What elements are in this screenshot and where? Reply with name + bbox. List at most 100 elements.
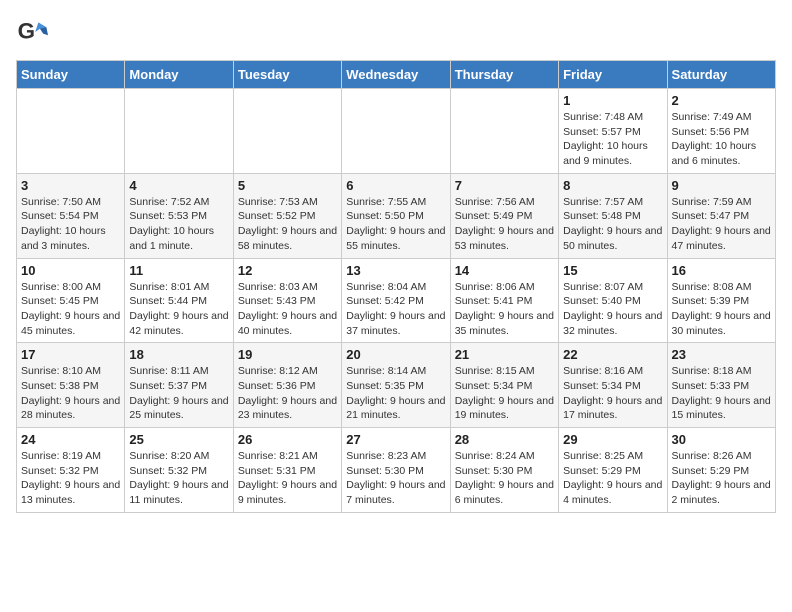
- calendar-header-row: SundayMondayTuesdayWednesdayThursdayFrid…: [17, 61, 776, 89]
- calendar-cell: [450, 89, 558, 174]
- day-number: 13: [346, 263, 445, 278]
- day-info: Sunrise: 8:24 AM Sunset: 5:30 PM Dayligh…: [455, 449, 554, 508]
- calendar-cell: 17 Sunrise: 8:10 AM Sunset: 5:38 PM Dayli…: [17, 343, 125, 428]
- calendar-cell: 3 Sunrise: 7:50 AM Sunset: 5:54 PM Daylig…: [17, 173, 125, 258]
- day-info: Sunrise: 7:50 AM Sunset: 5:54 PM Dayligh…: [21, 195, 120, 254]
- weekday-header-saturday: Saturday: [667, 61, 775, 89]
- page-header: G: [16, 16, 776, 48]
- day-number: 26: [238, 432, 337, 447]
- day-info: Sunrise: 8:21 AM Sunset: 5:31 PM Dayligh…: [238, 449, 337, 508]
- day-info: Sunrise: 8:12 AM Sunset: 5:36 PM Dayligh…: [238, 364, 337, 423]
- calendar-cell: 30 Sunrise: 8:26 AM Sunset: 5:29 PM Dayli…: [667, 428, 775, 513]
- day-number: 9: [672, 178, 771, 193]
- day-info: Sunrise: 7:53 AM Sunset: 5:52 PM Dayligh…: [238, 195, 337, 254]
- day-info: Sunrise: 8:11 AM Sunset: 5:37 PM Dayligh…: [129, 364, 228, 423]
- day-info: Sunrise: 8:08 AM Sunset: 5:39 PM Dayligh…: [672, 280, 771, 339]
- calendar-cell: 8 Sunrise: 7:57 AM Sunset: 5:48 PM Daylig…: [559, 173, 667, 258]
- day-number: 23: [672, 347, 771, 362]
- calendar-cell: 27 Sunrise: 8:23 AM Sunset: 5:30 PM Dayli…: [342, 428, 450, 513]
- day-number: 4: [129, 178, 228, 193]
- svg-text:G: G: [18, 18, 35, 43]
- day-info: Sunrise: 8:23 AM Sunset: 5:30 PM Dayligh…: [346, 449, 445, 508]
- day-info: Sunrise: 8:20 AM Sunset: 5:32 PM Dayligh…: [129, 449, 228, 508]
- calendar-cell: 9 Sunrise: 7:59 AM Sunset: 5:47 PM Daylig…: [667, 173, 775, 258]
- calendar-cell: 23 Sunrise: 8:18 AM Sunset: 5:33 PM Dayli…: [667, 343, 775, 428]
- day-info: Sunrise: 8:04 AM Sunset: 5:42 PM Dayligh…: [346, 280, 445, 339]
- day-number: 10: [21, 263, 120, 278]
- day-number: 17: [21, 347, 120, 362]
- weekday-header-monday: Monday: [125, 61, 233, 89]
- logo: G: [16, 16, 50, 48]
- day-info: Sunrise: 8:01 AM Sunset: 5:44 PM Dayligh…: [129, 280, 228, 339]
- day-number: 21: [455, 347, 554, 362]
- day-info: Sunrise: 7:55 AM Sunset: 5:50 PM Dayligh…: [346, 195, 445, 254]
- day-info: Sunrise: 7:59 AM Sunset: 5:47 PM Dayligh…: [672, 195, 771, 254]
- day-info: Sunrise: 8:00 AM Sunset: 5:45 PM Dayligh…: [21, 280, 120, 339]
- day-number: 16: [672, 263, 771, 278]
- day-info: Sunrise: 7:56 AM Sunset: 5:49 PM Dayligh…: [455, 195, 554, 254]
- day-info: Sunrise: 7:48 AM Sunset: 5:57 PM Dayligh…: [563, 110, 662, 169]
- day-number: 19: [238, 347, 337, 362]
- day-number: 14: [455, 263, 554, 278]
- calendar-cell: 21 Sunrise: 8:15 AM Sunset: 5:34 PM Dayli…: [450, 343, 558, 428]
- day-info: Sunrise: 8:15 AM Sunset: 5:34 PM Dayligh…: [455, 364, 554, 423]
- calendar-cell: 7 Sunrise: 7:56 AM Sunset: 5:49 PM Daylig…: [450, 173, 558, 258]
- calendar-cell: [125, 89, 233, 174]
- calendar-cell: [342, 89, 450, 174]
- calendar-cell: 13 Sunrise: 8:04 AM Sunset: 5:42 PM Dayli…: [342, 258, 450, 343]
- day-number: 28: [455, 432, 554, 447]
- day-info: Sunrise: 7:57 AM Sunset: 5:48 PM Dayligh…: [563, 195, 662, 254]
- day-info: Sunrise: 8:18 AM Sunset: 5:33 PM Dayligh…: [672, 364, 771, 423]
- weekday-header-sunday: Sunday: [17, 61, 125, 89]
- day-info: Sunrise: 8:10 AM Sunset: 5:38 PM Dayligh…: [21, 364, 120, 423]
- day-number: 12: [238, 263, 337, 278]
- calendar-week-1: 1 Sunrise: 7:48 AM Sunset: 5:57 PM Daylig…: [17, 89, 776, 174]
- day-info: Sunrise: 7:49 AM Sunset: 5:56 PM Dayligh…: [672, 110, 771, 169]
- weekday-header-thursday: Thursday: [450, 61, 558, 89]
- calendar-cell: 20 Sunrise: 8:14 AM Sunset: 5:35 PM Dayli…: [342, 343, 450, 428]
- calendar-cell: 24Sunrise: 8:19 AM Sunset: 5:32 PM Dayli…: [17, 428, 125, 513]
- day-number: 3: [21, 178, 120, 193]
- day-number: 24: [21, 432, 120, 447]
- day-number: 5: [238, 178, 337, 193]
- day-number: 29: [563, 432, 662, 447]
- calendar-cell: 10 Sunrise: 8:00 AM Sunset: 5:45 PM Dayli…: [17, 258, 125, 343]
- calendar-cell: [233, 89, 341, 174]
- day-number: 7: [455, 178, 554, 193]
- day-number: 11: [129, 263, 228, 278]
- day-number: 22: [563, 347, 662, 362]
- calendar-cell: 16 Sunrise: 8:08 AM Sunset: 5:39 PM Dayli…: [667, 258, 775, 343]
- calendar-cell: 6 Sunrise: 7:55 AM Sunset: 5:50 PM Daylig…: [342, 173, 450, 258]
- calendar-cell: 29 Sunrise: 8:25 AM Sunset: 5:29 PM Dayli…: [559, 428, 667, 513]
- day-number: 2: [672, 93, 771, 108]
- weekday-header-wednesday: Wednesday: [342, 61, 450, 89]
- calendar-week-2: 3 Sunrise: 7:50 AM Sunset: 5:54 PM Daylig…: [17, 173, 776, 258]
- day-info: Sunrise: 8:03 AM Sunset: 5:43 PM Dayligh…: [238, 280, 337, 339]
- day-info: Sunrise: 8:14 AM Sunset: 5:35 PM Dayligh…: [346, 364, 445, 423]
- day-number: 1: [563, 93, 662, 108]
- calendar-cell: 5 Sunrise: 7:53 AM Sunset: 5:52 PM Daylig…: [233, 173, 341, 258]
- day-info: Sunrise: 8:25 AM Sunset: 5:29 PM Dayligh…: [563, 449, 662, 508]
- calendar-cell: 1 Sunrise: 7:48 AM Sunset: 5:57 PM Daylig…: [559, 89, 667, 174]
- calendar-cell: 11 Sunrise: 8:01 AM Sunset: 5:44 PM Dayli…: [125, 258, 233, 343]
- day-number: 6: [346, 178, 445, 193]
- day-info: Sunrise: 7:52 AM Sunset: 5:53 PM Dayligh…: [129, 195, 228, 254]
- weekday-header-tuesday: Tuesday: [233, 61, 341, 89]
- day-info: Sunrise: 8:07 AM Sunset: 5:40 PM Dayligh…: [563, 280, 662, 339]
- calendar-cell: 18 Sunrise: 8:11 AM Sunset: 5:37 PM Dayli…: [125, 343, 233, 428]
- day-number: 8: [563, 178, 662, 193]
- calendar-cell: 22Sunrise: 8:16 AM Sunset: 5:34 PM Dayli…: [559, 343, 667, 428]
- day-info: Sunrise: 8:26 AM Sunset: 5:29 PM Dayligh…: [672, 449, 771, 508]
- day-number: 20: [346, 347, 445, 362]
- weekday-header-friday: Friday: [559, 61, 667, 89]
- calendar-cell: [17, 89, 125, 174]
- calendar-cell: 19 Sunrise: 8:12 AM Sunset: 5:36 PM Dayli…: [233, 343, 341, 428]
- day-number: 25: [129, 432, 228, 447]
- day-number: 30: [672, 432, 771, 447]
- calendar-cell: 26 Sunrise: 8:21 AM Sunset: 5:31 PM Dayli…: [233, 428, 341, 513]
- calendar-table: SundayMondayTuesdayWednesdayThursdayFrid…: [16, 60, 776, 513]
- calendar-cell: 14Sunrise: 8:06 AM Sunset: 5:41 PM Dayli…: [450, 258, 558, 343]
- day-number: 27: [346, 432, 445, 447]
- calendar-week-5: 24Sunrise: 8:19 AM Sunset: 5:32 PM Dayli…: [17, 428, 776, 513]
- day-number: 18: [129, 347, 228, 362]
